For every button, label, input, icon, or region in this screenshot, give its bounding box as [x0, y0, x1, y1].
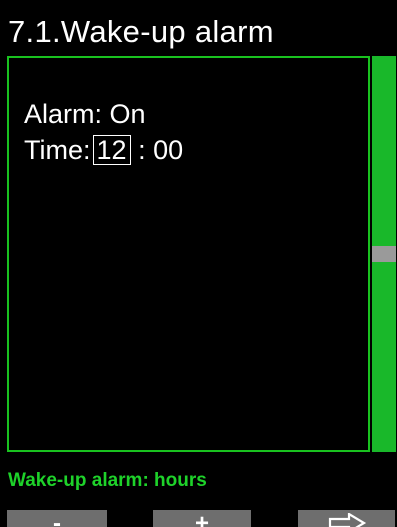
screen-title: 7.1.Wake-up alarm — [8, 14, 274, 49]
minus-label: - — [53, 510, 61, 527]
time-hours-field[interactable]: 12 — [92, 135, 131, 165]
increase-button[interactable]: + — [153, 510, 251, 527]
scrollbar[interactable] — [372, 56, 396, 452]
time-separator: : — [138, 135, 146, 165]
time-setting[interactable]: Time: 12 : 00 — [24, 134, 183, 166]
decrease-button[interactable]: - — [7, 510, 107, 527]
time-label: Time: — [24, 135, 91, 165]
plus-label: + — [194, 510, 209, 527]
scrollbar-thumb[interactable] — [372, 246, 396, 262]
alarm-setting[interactable]: Alarm: On — [24, 98, 146, 130]
next-button[interactable] — [298, 510, 395, 527]
time-minutes-field[interactable]: 00 — [153, 135, 183, 165]
alarm-value[interactable]: On — [110, 99, 146, 129]
right-arrow-outline-icon — [328, 512, 366, 527]
alarm-label: Alarm: — [24, 99, 103, 129]
status-text: Wake-up alarm: hours — [8, 470, 207, 491]
